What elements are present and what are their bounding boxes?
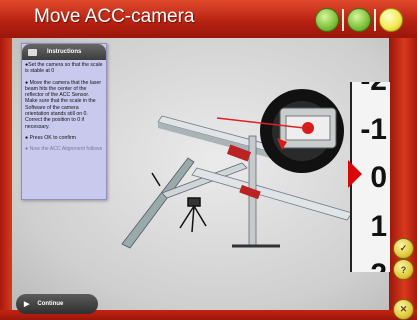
page-title: Move ACC-camera bbox=[34, 6, 195, 27]
status-light-yellow-icon bbox=[379, 8, 403, 32]
close-icon[interactable]: ✕ bbox=[393, 299, 414, 320]
status-light-green-icon bbox=[315, 8, 339, 32]
status-light-green-icon bbox=[347, 8, 371, 32]
acc-sensor-wheel-icon bbox=[216, 89, 344, 173]
play-arrow-icon: ▶ bbox=[24, 301, 30, 308]
status-divider bbox=[374, 9, 376, 31]
tripod-icon bbox=[179, 197, 207, 233]
scale-label: -1 bbox=[360, 113, 387, 146]
title-bar: Move ACC-camera bbox=[0, 0, 417, 39]
scale-label: 1 bbox=[370, 210, 387, 243]
scale-pointer-icon bbox=[348, 160, 362, 188]
status-lights bbox=[315, 8, 403, 32]
instruction-step: ● Move the camera that the laser beam hi… bbox=[25, 79, 102, 130]
confirm-check-icon[interactable]: ✓ bbox=[393, 238, 414, 259]
instructions-body: ●Set the camera so that the scale is sta… bbox=[22, 60, 106, 160]
continue-label: Continue bbox=[37, 301, 64, 307]
book-icon bbox=[28, 48, 37, 56]
instruction-step: ●Set the camera so that the scale is sta… bbox=[25, 62, 103, 75]
continue-button[interactable]: ▶ Continue bbox=[16, 294, 98, 314]
scale-label: 2 bbox=[370, 258, 387, 272]
instruction-step: ● Press OK to confirm bbox=[25, 134, 76, 141]
instructions-header: Instructions bbox=[22, 44, 106, 60]
scale-label: -2 bbox=[360, 82, 387, 98]
help-icon[interactable]: ? bbox=[393, 259, 414, 280]
instruction-step: ● Now the ACC Alignment follows bbox=[25, 146, 103, 153]
scale-label-current: 0 bbox=[370, 161, 387, 194]
instructions-panel: Instructions ●Set the camera so that the… bbox=[21, 43, 107, 200]
instructions-title: Instructions bbox=[47, 49, 82, 55]
frame-left-border bbox=[0, 38, 12, 320]
status-divider bbox=[342, 9, 344, 31]
